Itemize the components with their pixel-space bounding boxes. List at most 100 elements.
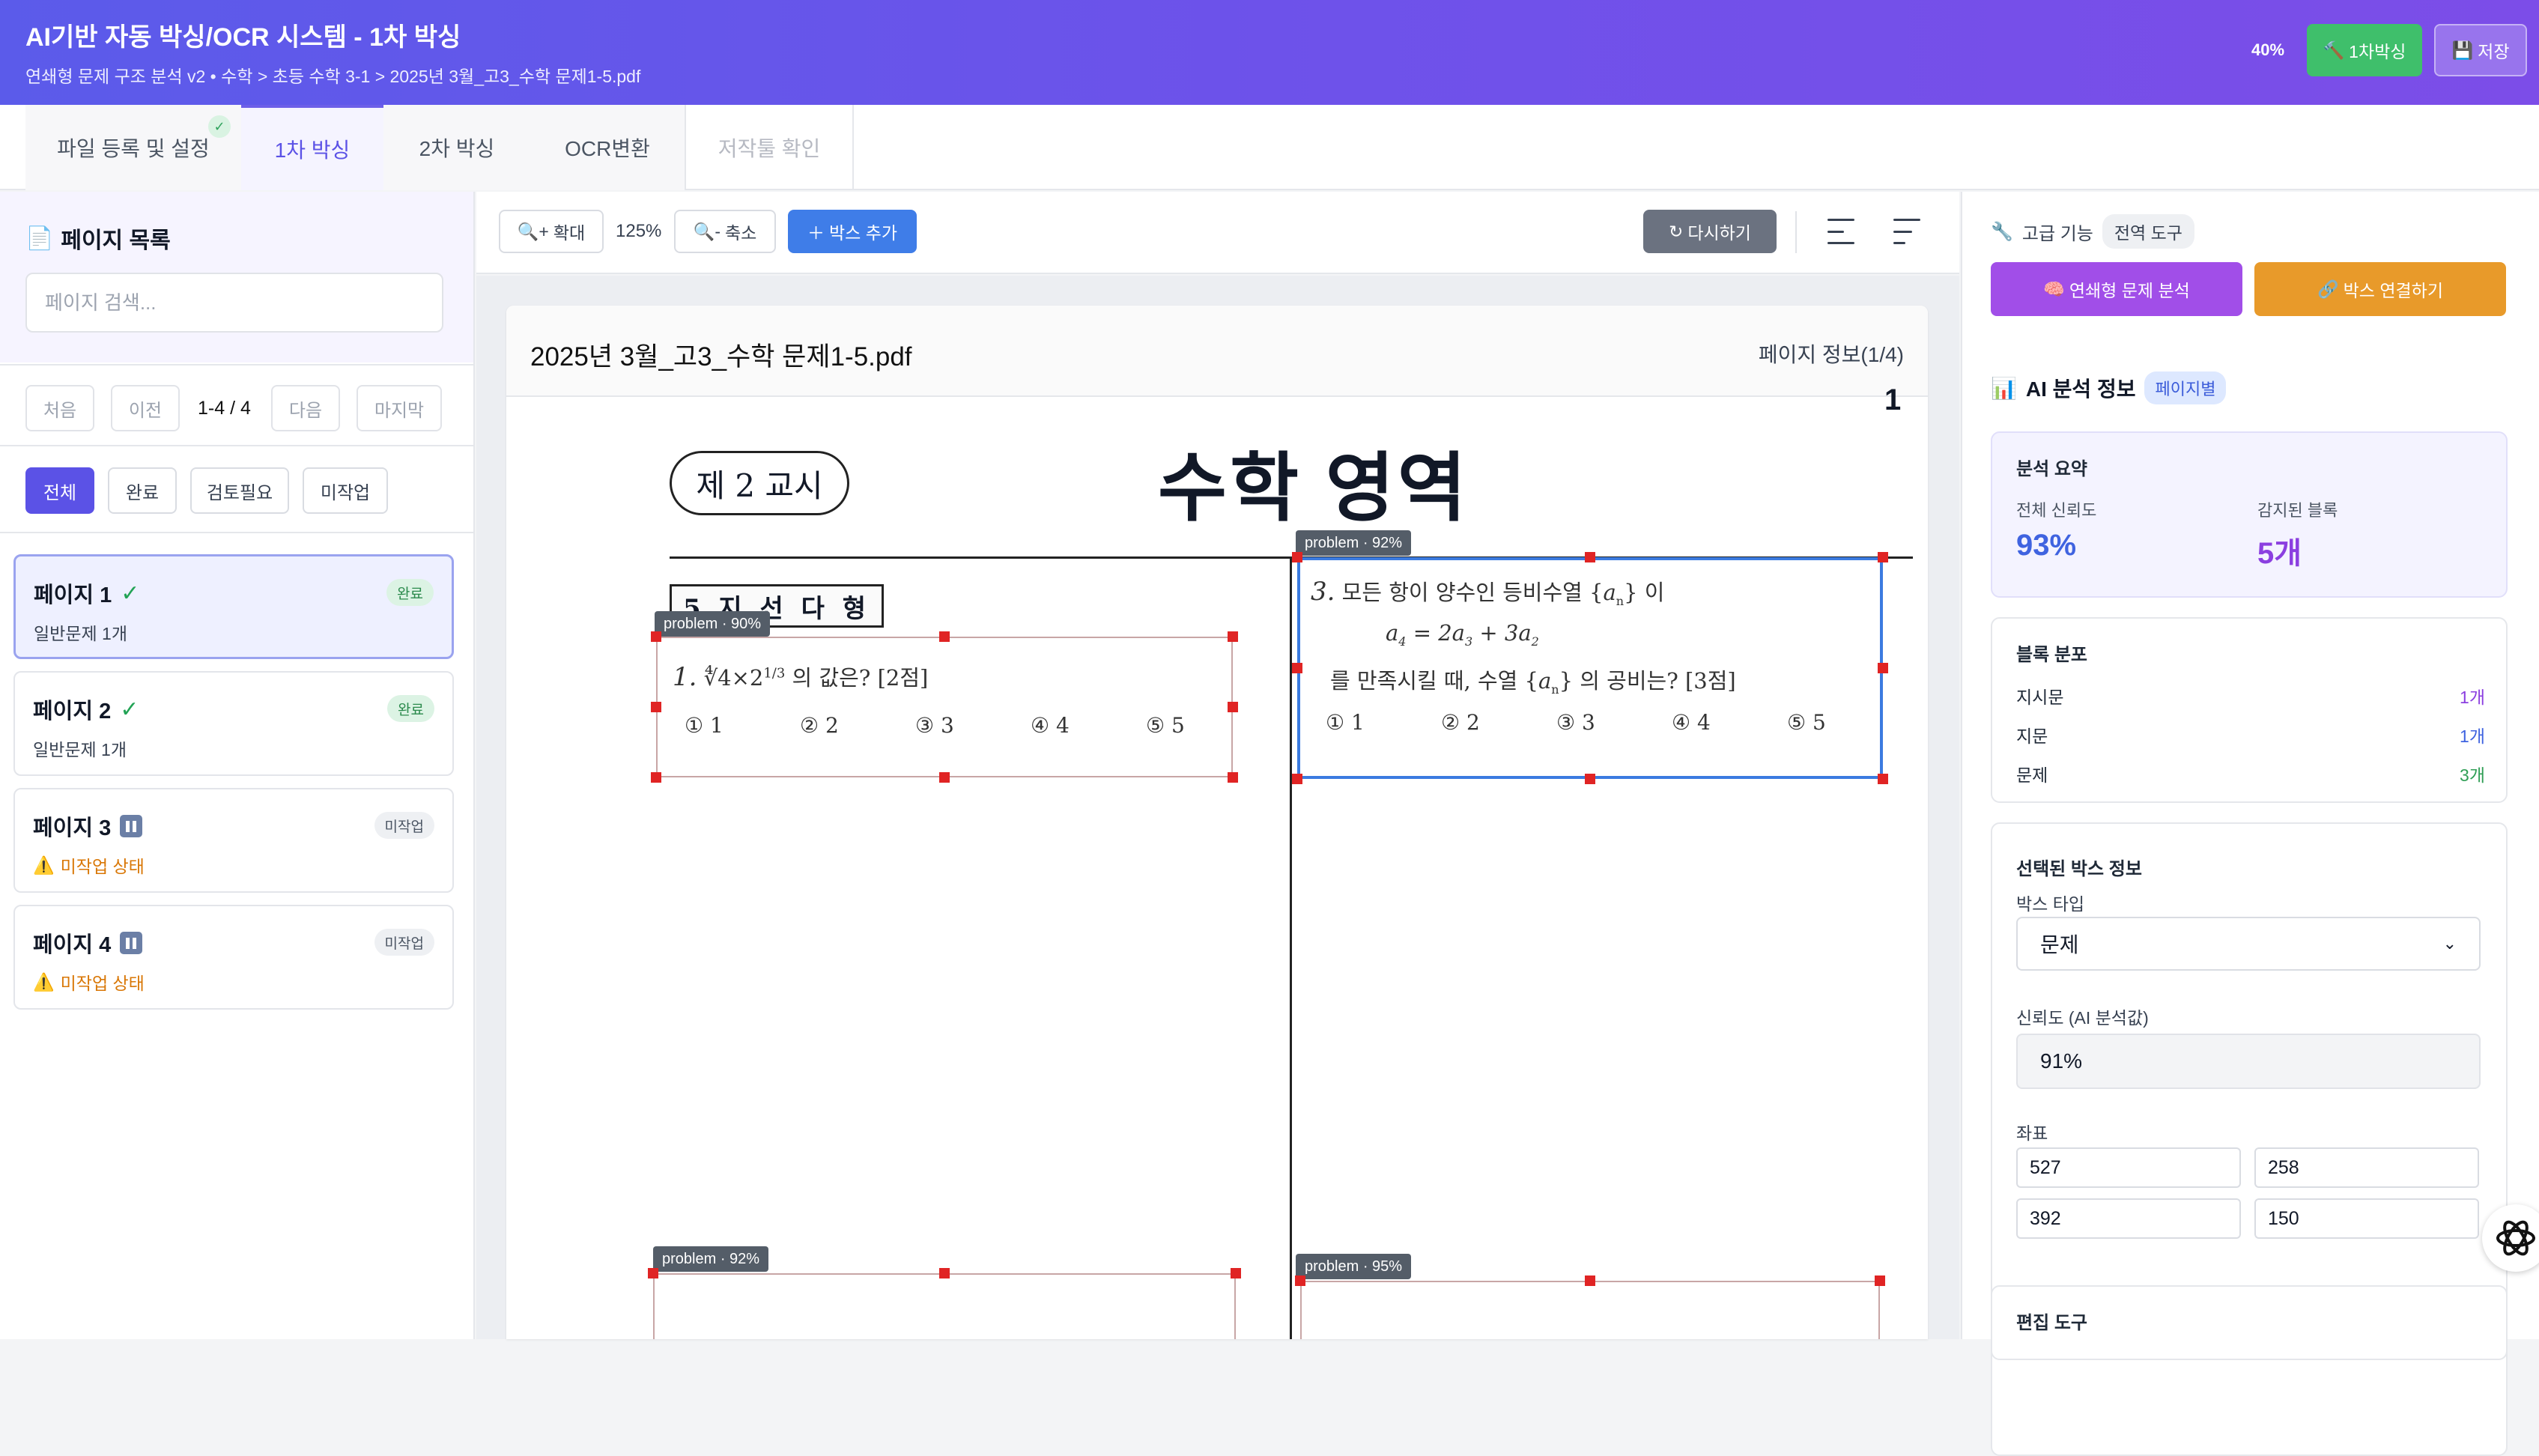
- page-card-subtitle: 일반문제 1개: [34, 624, 127, 643]
- app-header: AI기반 자동 박싱/OCR 시스템 - 1차 박싱 연쇄형 문제 구조 분석 …: [0, 0, 2539, 105]
- box-type-select[interactable]: 문제 ⌄: [2016, 917, 2481, 971]
- resize-handle[interactable]: [1875, 1275, 1885, 1286]
- page-search-input[interactable]: [25, 273, 443, 333]
- resize-handle[interactable]: [651, 772, 661, 783]
- resize-handle[interactable]: [648, 1268, 658, 1278]
- chain-analysis-button[interactable]: 🧠 연쇄형 문제 분석: [1991, 262, 2242, 316]
- resize-handle[interactable]: [1292, 663, 1302, 673]
- advanced-label: 고급 기능: [2021, 223, 2093, 244]
- next-page-button[interactable]: 다음: [271, 385, 340, 431]
- page-card-4[interactable]: 페이지 4 ⚠️ 미작업 상태 미작업: [13, 905, 454, 1010]
- document-viewer: 2025년 3월_고3_수학 문제1-5.pdf 페이지 정보(1/4) 1 제…: [506, 306, 1928, 1339]
- resize-handle[interactable]: [1228, 631, 1238, 642]
- filter-todo[interactable]: 미작업: [303, 467, 388, 514]
- save-button[interactable]: 💾 저장: [2434, 24, 2527, 76]
- global-tools-tag[interactable]: 전역 도구: [2102, 214, 2194, 249]
- status-badge: 완료: [387, 695, 434, 722]
- resize-handle[interactable]: [1585, 1275, 1595, 1286]
- tab-first-boxing[interactable]: 1차 박싱: [241, 105, 383, 190]
- status-badge: 미작업: [374, 929, 434, 956]
- status-badge: 완료: [386, 579, 434, 606]
- page-card-subtitle: ⚠️ 미작업 상태: [33, 852, 145, 878]
- resize-handle[interactable]: [1878, 663, 1888, 673]
- tab-authoring-check[interactable]: 저작툴 확인: [685, 105, 854, 190]
- confidence-label: 전체 신뢰도: [2016, 501, 2097, 520]
- edit-tools-card: 편집 도구: [1991, 1285, 2508, 1360]
- prev-page-button[interactable]: 이전: [111, 385, 180, 431]
- subject-title: 수학 영역: [1158, 446, 1469, 530]
- resize-handle[interactable]: [939, 631, 950, 642]
- chevron-down-icon: ⌄: [2442, 934, 2457, 953]
- filter-all[interactable]: 전체: [25, 467, 94, 514]
- page-card-title-text: 페이지 1: [34, 583, 112, 607]
- selected-box-card: 선택된 박스 정보 박스 타입 문제 ⌄ 신뢰도 (AI 분석값) 91% 좌표…: [1991, 822, 2508, 1456]
- align-right-icon[interactable]: [1893, 219, 1920, 244]
- resize-handle[interactable]: [1878, 552, 1888, 562]
- resize-handle[interactable]: [1228, 772, 1238, 783]
- bounding-box[interactable]: [656, 637, 1233, 777]
- exam-page[interactable]: 1 제 2 교시 수학 영역 5 지 선 다 형 1. ∜4×21/3 의 값은…: [506, 383, 1928, 1339]
- tab-second-boxing[interactable]: 2차 박싱: [383, 105, 530, 190]
- tab-ocr[interactable]: OCR변환: [530, 105, 685, 190]
- boxing-button[interactable]: 🔨 1차박싱: [2307, 24, 2422, 76]
- editor-toolbar: 🔍+ 확대 125% 🔍- 축소 ＋ 박스 추가 ↻ 다시하기: [476, 192, 1959, 274]
- filter-done[interactable]: 완료: [108, 467, 177, 514]
- align-left-icon[interactable]: [1827, 219, 1854, 244]
- zoom-out-button[interactable]: 🔍- 축소: [674, 210, 776, 253]
- document-icon: 📄: [25, 225, 54, 251]
- add-box-button[interactable]: ＋ 박스 추가: [788, 210, 917, 253]
- pause-icon: [120, 932, 143, 954]
- page-card-1[interactable]: 페이지 1 ✓ 일반문제 1개 완료: [13, 554, 454, 659]
- redo-button[interactable]: ↻ 다시하기: [1643, 210, 1777, 253]
- resize-handle[interactable]: [939, 1268, 950, 1278]
- block-type: 지시문: [2016, 688, 2064, 707]
- zoom-in-label: 확대: [553, 223, 586, 243]
- resize-handle[interactable]: [939, 772, 950, 783]
- page-list-sidebar: 📄 페이지 목록 처음 이전 1-4 / 4 다음 마지막 전체 완료 검토필요…: [0, 192, 475, 1339]
- block-count: 3개: [2460, 765, 2485, 785]
- toolbar-divider: [1795, 211, 1797, 253]
- resize-handle[interactable]: [651, 702, 661, 712]
- column-divider: [1290, 558, 1292, 1339]
- resize-handle[interactable]: [651, 631, 661, 642]
- last-page-button[interactable]: 마지막: [357, 385, 442, 431]
- page-card-3[interactable]: 페이지 3 ⚠️ 미작업 상태 미작업: [13, 788, 454, 893]
- save-button-label: 저장: [2478, 42, 2510, 61]
- resize-handle[interactable]: [1295, 1275, 1305, 1286]
- distribution-row: 지문 1개: [2016, 722, 2485, 747]
- tab-label: 2차 박싱: [419, 137, 495, 160]
- resize-handle[interactable]: [1585, 774, 1595, 784]
- bounding-box[interactable]: [653, 1273, 1236, 1339]
- page-card-2[interactable]: 페이지 2 ✓ 일반문제 1개 완료: [13, 671, 454, 776]
- coord-y-field[interactable]: 258: [2254, 1147, 2479, 1188]
- resize-handle[interactable]: [1292, 774, 1302, 784]
- boxing-button-label: 1차박싱: [2349, 42, 2406, 61]
- resize-handle[interactable]: [1292, 552, 1302, 562]
- filter-review[interactable]: 검토필요: [190, 467, 289, 514]
- first-page-button[interactable]: 처음: [25, 385, 94, 431]
- coord-width-field[interactable]: 392: [2016, 1198, 2241, 1239]
- app-title: AI기반 자동 박싱/OCR 시스템 - 1차 박싱: [25, 23, 461, 52]
- zoom-in-icon: 🔍+: [517, 221, 549, 241]
- resize-handle[interactable]: [1585, 552, 1595, 562]
- redo-icon: ↻: [1669, 221, 1684, 241]
- link-boxes-button[interactable]: 🔗 박스 연결하기: [2254, 262, 2506, 316]
- resize-handle[interactable]: [1228, 702, 1238, 712]
- coord-height-field[interactable]: 150: [2254, 1198, 2479, 1239]
- bounding-box[interactable]: [1300, 1281, 1880, 1339]
- tab-file-setup[interactable]: 파일 등록 및 설정 ✓: [25, 105, 241, 190]
- selected-bounding-box[interactable]: [1297, 557, 1883, 779]
- tab-label: 저작툴 확인: [718, 137, 821, 160]
- coord-x-field[interactable]: 527: [2016, 1147, 2241, 1188]
- warning-icon: ⚠️: [33, 971, 55, 992]
- link-icon: 🔗: [2317, 279, 2339, 299]
- zoom-out-label: 축소: [724, 223, 757, 243]
- page-card-title-text: 페이지 3: [33, 816, 112, 840]
- bbox-label: problem · 95%: [1296, 1254, 1412, 1279]
- zoom-in-button[interactable]: 🔍+ 확대: [499, 210, 604, 253]
- resize-handle[interactable]: [1878, 774, 1888, 784]
- status-badge: 미작업: [374, 812, 434, 839]
- page-card-subtitle: 일반문제 1개: [33, 740, 127, 759]
- advanced-features-row: 🔧 고급 기능 전역 도구: [1991, 214, 2194, 249]
- resize-handle[interactable]: [1231, 1268, 1241, 1278]
